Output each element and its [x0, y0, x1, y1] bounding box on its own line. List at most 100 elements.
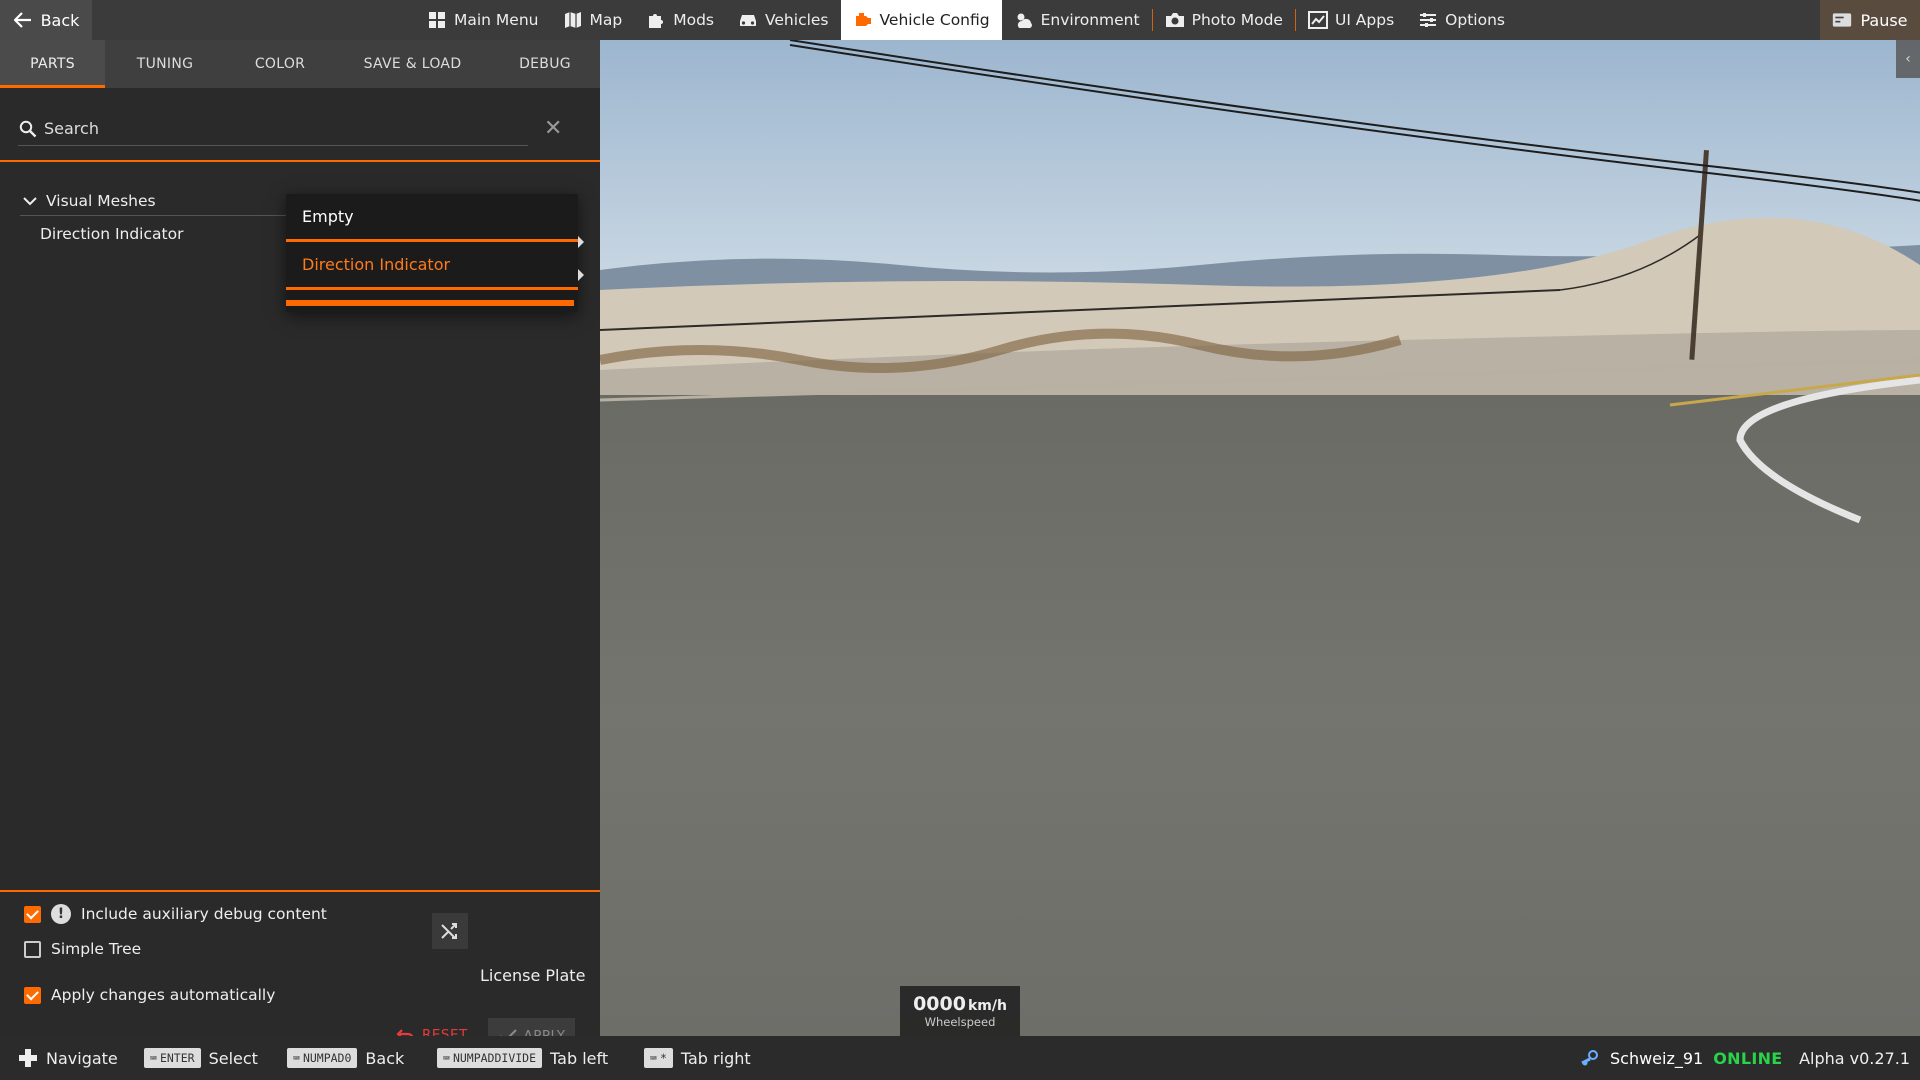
nav-photo-mode[interactable]: Photo Mode: [1153, 0, 1295, 40]
nav-vehicle-config[interactable]: Vehicle Config: [840, 0, 1002, 40]
map-icon: [563, 11, 583, 29]
tab-save-load[interactable]: SAVE & LOAD: [335, 40, 490, 88]
top-bar: Back Main Menu Map Mods Vehicles Vehicle…: [0, 0, 1920, 40]
apply-auto-checkbox[interactable]: Apply changes automatically: [24, 986, 275, 1004]
user-status[interactable]: Schweiz_91 ONLINE: [1580, 1036, 1783, 1080]
dropdown-option-direction-indicator[interactable]: Direction Indicator: [286, 242, 578, 290]
grid-icon: [427, 11, 447, 29]
version-label: Alpha v0.27.1: [1799, 1048, 1910, 1068]
shuffle-icon: [440, 922, 460, 940]
dropdown-accent-bar: [286, 300, 574, 306]
nav-environment[interactable]: Environment: [1002, 0, 1152, 40]
hint-select: ⌨ ENTER Select: [144, 1036, 258, 1080]
steam-icon: [1580, 1049, 1600, 1067]
keyboard-icon: ⌨: [650, 1051, 657, 1065]
hint-back: ⌨ NUMPAD0 Back: [287, 1036, 404, 1080]
engine-icon: [853, 11, 873, 29]
speed-unit: km/h: [967, 998, 1007, 1014]
caret-right-icon: [578, 269, 584, 281]
checkbox-unchecked[interactable]: [24, 940, 41, 958]
scene-background: [600, 40, 1920, 1036]
tab-color[interactable]: COLOR: [225, 40, 335, 88]
nav-options[interactable]: Options: [1406, 0, 1517, 40]
license-plate-label: License Plate: [480, 966, 586, 985]
part-select-dropdown: Empty Direction Indicator: [286, 194, 584, 312]
back-button[interactable]: Back: [0, 0, 92, 40]
caret-right-icon: [578, 236, 584, 248]
hint-tab-right: ⌨ * Tab right: [644, 1036, 751, 1080]
key-badge: ⌨ NUMPAD0: [287, 1048, 358, 1068]
key-badge: ⌨ *: [644, 1048, 673, 1068]
nav-ui-apps[interactable]: UI Apps: [1296, 0, 1406, 40]
weather-icon: [1014, 11, 1034, 29]
key-badge: ⌨ ENTER: [144, 1048, 201, 1068]
nav-label: Options: [1445, 11, 1505, 29]
nav-label: Vehicle Config: [879, 11, 990, 29]
car-icon: [738, 11, 758, 29]
nav-label: Environment: [1040, 11, 1140, 29]
side-panel-toggle[interactable]: ‹: [1896, 40, 1920, 78]
search-input[interactable]: [44, 119, 484, 138]
nav-separator: [1151, 9, 1153, 31]
clear-search-button[interactable]: ✕: [544, 116, 562, 141]
arrow-left-icon: [13, 11, 33, 29]
search-bar: [18, 112, 528, 146]
simple-tree-checkbox[interactable]: Simple Tree: [24, 940, 141, 958]
pause-label: Pause: [1860, 10, 1908, 30]
tree-item-label: Direction Indicator: [40, 225, 184, 243]
nav-label: UI Apps: [1334, 11, 1395, 29]
search-icon: [18, 120, 38, 138]
camera-icon: [1165, 11, 1185, 29]
sliders-icon: [1418, 11, 1438, 29]
ui-apps-icon: [1307, 11, 1328, 29]
dpad-icon: [18, 1049, 38, 1067]
tab-parts[interactable]: PARTS: [0, 40, 105, 88]
online-status: ONLINE: [1713, 1048, 1783, 1068]
pause-button[interactable]: Pause: [1820, 0, 1920, 40]
search-divider: [0, 160, 600, 162]
speed-value: 0000: [913, 993, 966, 1015]
nav-label: Map: [589, 11, 623, 29]
main-nav: Main Menu Map Mods Vehicles Vehicle Conf…: [415, 0, 1517, 40]
hint-navigate: Navigate: [18, 1036, 118, 1080]
nav-map[interactable]: Map: [551, 0, 635, 40]
randomize-license-plate-button[interactable]: [432, 913, 468, 949]
checkbox-checked[interactable]: [24, 905, 41, 923]
status-bar: Navigate ⌨ ENTER Select ⌨ NUMPAD0 Back ⌨ NU…: [0, 1036, 1920, 1080]
game-viewport[interactable]: ‹: [600, 40, 1920, 1036]
keyboard-icon: ⌨: [293, 1051, 300, 1065]
tab-tuning[interactable]: TUNING: [105, 40, 225, 88]
tree-group-label: Visual Meshes: [46, 191, 156, 210]
nav-main-menu[interactable]: Main Menu: [415, 0, 551, 40]
puzzle-icon: [646, 11, 666, 29]
chevron-down-icon: [20, 192, 40, 210]
tab-debug[interactable]: DEBUG: [490, 40, 600, 88]
key-badge: ⌨ NUMPADDIVIDE: [437, 1048, 543, 1068]
hint-tab-left: ⌨ NUMPADDIVIDE Tab left: [437, 1036, 608, 1080]
back-label: Back: [40, 10, 80, 30]
nav-label: Main Menu: [454, 11, 539, 29]
speedometer: 0000 km/h Wheelspeed: [900, 986, 1020, 1036]
nav-label: Vehicles: [765, 11, 829, 29]
info-icon: !: [51, 904, 71, 924]
chevron-left-icon: ‹: [1905, 51, 1911, 67]
vehicle-config-panel: PARTS TUNING COLOR SAVE & LOAD DEBUG ✕ V…: [0, 40, 600, 1054]
keyboard-icon: ⌨: [150, 1051, 157, 1065]
nav-label: Mods: [673, 11, 714, 29]
nav-label: Photo Mode: [1191, 11, 1283, 29]
keyboard-icon: ⌨: [443, 1051, 450, 1065]
username: Schweiz_91: [1610, 1048, 1704, 1068]
options-divider: [0, 890, 600, 892]
include-debug-checkbox[interactable]: ! Include auxiliary debug content: [24, 904, 327, 924]
tree-item-direction-indicator[interactable]: Direction Indicator: [40, 219, 183, 249]
checkbox-checked[interactable]: [24, 986, 41, 1004]
nav-mods[interactable]: Mods: [634, 0, 726, 40]
tree-group-visual-meshes[interactable]: Visual Meshes: [20, 186, 290, 216]
nav-separator: [1294, 9, 1296, 31]
dropdown-option-empty[interactable]: Empty: [286, 194, 578, 242]
keyboard-key-icon: [1832, 11, 1852, 29]
nav-vehicles[interactable]: Vehicles: [726, 0, 841, 40]
speed-readout: 0000 km/h: [913, 993, 1007, 1015]
speed-label: Wheelspeed: [924, 1015, 996, 1029]
close-icon: ✕: [544, 116, 563, 141]
